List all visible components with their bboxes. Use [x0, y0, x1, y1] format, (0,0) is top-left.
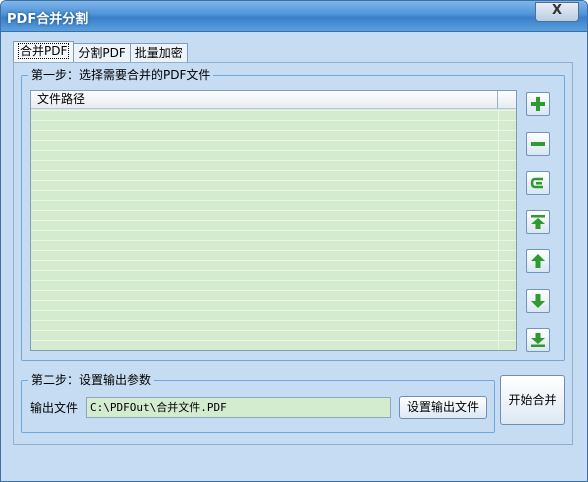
move-up-icon — [531, 254, 545, 268]
move-down-icon — [531, 294, 545, 308]
move-bottom-button[interactable] — [526, 328, 550, 352]
step1-group: 第一步：选择需要合并的PDF文件 文件路径 — [21, 68, 565, 361]
column-divider — [498, 109, 499, 350]
tab-label: 分割PDF — [78, 46, 126, 60]
set-output-file-button[interactable]: 设置输出文件 — [399, 396, 487, 419]
add-file-button[interactable] — [526, 92, 550, 116]
tab-batch-encrypt[interactable]: 批量加密 — [129, 43, 188, 62]
clear-list-button[interactable] — [526, 171, 550, 195]
close-button[interactable]: X — [535, 2, 579, 22]
move-top-button[interactable] — [526, 210, 550, 234]
tab-label: 合并PDF — [18, 43, 70, 59]
file-list[interactable]: 文件路径 — [30, 90, 517, 351]
remove-icon — [531, 142, 545, 146]
app-window: PDF合并分割 X 合并PDF 分割PDF 批量加密 第一步：选择需要合并的PD… — [0, 0, 588, 482]
step2-legend: 第二步：设置输出参数 — [28, 373, 155, 387]
window-title: PDF合并分割 — [7, 12, 89, 27]
move-up-button[interactable] — [526, 249, 550, 273]
column-header-file-path[interactable]: 文件路径 — [31, 91, 498, 108]
step2-group: 第二步：设置输出参数 输出文件 C:\PDFOut\合并文件.PDF 设置输出文… — [21, 373, 495, 433]
tab-label: 批量加密 — [134, 46, 183, 60]
start-merge-button[interactable]: 开始合并 — [500, 375, 565, 425]
output-path-field[interactable]: C:\PDFOut\合并文件.PDF — [86, 397, 391, 418]
step1-legend: 第一步：选择需要合并的PDF文件 — [28, 68, 214, 82]
move-down-button[interactable] — [526, 289, 550, 313]
client-area: 合并PDF 分割PDF 批量加密 第一步：选择需要合并的PDF文件 文件路径 第… — [9, 37, 579, 449]
move-bottom-icon — [531, 333, 545, 347]
add-icon — [531, 97, 545, 111]
output-file-label: 输出文件 — [30, 401, 79, 415]
clear-icon — [530, 177, 543, 189]
list-header: 文件路径 — [31, 91, 516, 109]
remove-file-button[interactable] — [526, 132, 550, 156]
move-top-icon — [531, 215, 545, 229]
tab-split-pdf[interactable]: 分割PDF — [73, 43, 131, 62]
close-icon: X — [551, 3, 563, 18]
title-bar[interactable]: PDF合并分割 X — [1, 1, 587, 32]
merge-tab-panel: 第一步：选择需要合并的PDF文件 文件路径 第二步：设置输出参数 输出文件 C:… — [13, 62, 573, 445]
tab-strip: 合并PDF 分割PDF 批量加密 — [13, 41, 188, 63]
tab-merge-pdf[interactable]: 合并PDF — [13, 41, 75, 62]
